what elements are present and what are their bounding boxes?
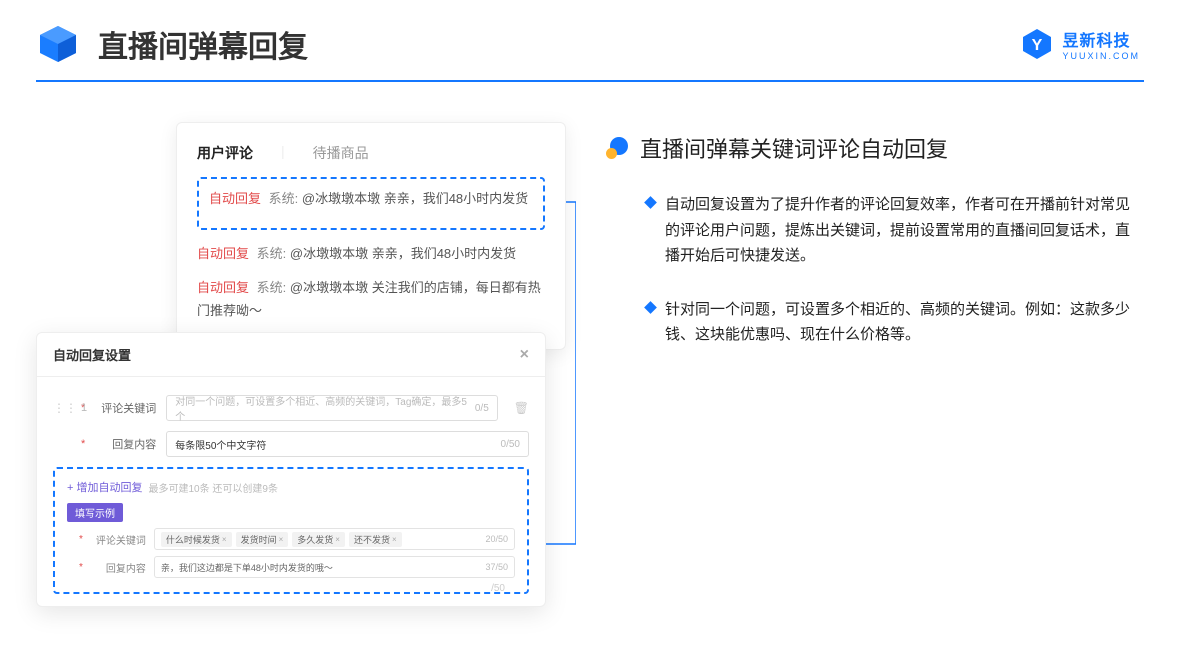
reply-input[interactable]: 每条限50个中文字符 0/50	[166, 431, 529, 457]
stray-count: /50	[491, 583, 505, 594]
paragraph-text: 自动回复设置为了提升作者的评论回复效率，作者可在开播前针对常见的评论用户问题，提…	[665, 192, 1144, 269]
settings-title: 自动回复设置	[53, 345, 131, 364]
char-count: 0/5	[475, 403, 489, 414]
page-title: 直播间弹幕回复	[98, 22, 308, 66]
comments-tabs: 用户评论 | 待播商品	[197, 143, 545, 163]
tab-separator: |	[281, 143, 285, 163]
keyword-tag[interactable]: 发货时间×	[236, 532, 289, 547]
row-index: 1	[81, 402, 87, 414]
paragraph-text: 针对同一个问题，可设置多个相近的、高频的关键词。例如：这款多少钱、这块能优惠吗、…	[665, 297, 1144, 348]
highlighted-comment: 自动回复 系统: @冰墩墩本墩 亲亲，我们48小时内发货	[197, 177, 545, 230]
keyword-tag[interactable]: 还不发货×	[349, 532, 402, 547]
auto-reply-tag: 自动回复	[209, 191, 261, 206]
settings-header: 自动回复设置 ×	[37, 333, 545, 377]
field-label: 回复内容	[98, 436, 156, 452]
remove-tag-icon: ×	[392, 535, 397, 544]
char-count: 0/50	[501, 439, 520, 450]
paragraph: 自动回复设置为了提升作者的评论回复效率，作者可在开播前针对常见的评论用户问题，提…	[606, 192, 1144, 269]
drag-handle-icon[interactable]: ⋮⋮	[53, 401, 77, 415]
example-highlight: + 增加自动回复 最多可建10条 还可以创建9条 填写示例 * 评论关键词 什么…	[53, 467, 529, 594]
svg-text:Y: Y	[1032, 37, 1043, 54]
paragraph: 针对同一个问题，可设置多个相近的、高频的关键词。例如：这款多少钱、这块能优惠吗、…	[606, 297, 1144, 348]
cube-icon	[36, 22, 80, 66]
auto-reply-tag: 自动回复	[197, 280, 249, 295]
required-marker: *	[81, 438, 85, 450]
brand-hex-icon: Y	[1020, 27, 1054, 61]
system-label: 系统:	[269, 191, 299, 206]
example-reply-input[interactable]: 亲，我们这边都是下单48小时内发货的哦～ 37/50	[154, 556, 515, 578]
page-header: 直播间弹幕回复 Y 昱新科技 YUUXIN.COM	[0, 0, 1180, 66]
brand-logo: Y 昱新科技 YUUXIN.COM	[1020, 27, 1140, 61]
comment-text: @冰墩墩本墩 亲亲，我们48小时内发货	[290, 246, 516, 261]
close-icon[interactable]: ×	[520, 346, 529, 364]
add-hint: 最多可建10条 还可以创建9条	[148, 480, 277, 495]
field-label: 评论关键词	[98, 400, 156, 416]
required-marker: *	[79, 562, 83, 573]
char-count: 20/50	[485, 534, 508, 544]
example-badge: 填写示例	[67, 503, 123, 522]
input-value: 每条限50个中文字符	[175, 437, 266, 452]
form-row-keyword: ⋮⋮1 * 评论关键词 对同一个问题，可设置多个相近、高频的关键词，Tag确定，…	[53, 395, 529, 421]
comment-row: 自动回复 系统: @冰墩墩本墩 亲亲，我们48小时内发货	[197, 242, 545, 265]
comment-text: @冰墩墩本墩 亲亲，我们48小时内发货	[302, 191, 528, 206]
diamond-bullet-icon	[644, 196, 657, 209]
keyword-input[interactable]: 对同一个问题，可设置多个相近、高频的关键词，Tag确定，最多5个 0/5	[166, 395, 497, 421]
example-reply-row: * 回复内容 亲，我们这边都是下单48小时内发货的哦～ 37/50	[67, 556, 515, 578]
required-marker: *	[79, 534, 83, 545]
bullet-icon	[606, 137, 628, 159]
section-header: 直播间弹幕关键词评论自动回复	[606, 132, 1144, 164]
example-keyword-input[interactable]: 什么时候发货× 发货时间× 多久发货× 还不发货× 20/50	[154, 528, 515, 550]
brand-name-en: YUUXIN.COM	[1062, 51, 1140, 61]
system-label: 系统:	[257, 280, 287, 295]
system-label: 系统:	[257, 246, 287, 261]
char-count: 37/50	[485, 562, 508, 572]
form-row-reply: * 回复内容 每条限50个中文字符 0/50	[53, 431, 529, 457]
comment-row: 自动回复 系统: @冰墩墩本墩 关注我们的店铺，每日都有热门推荐呦～	[197, 276, 545, 323]
auto-reply-tag: 自动回复	[197, 246, 249, 261]
tab-pending-goods[interactable]: 待播商品	[313, 143, 369, 163]
input-value: 亲，我们这边都是下单48小时内发货的哦～	[161, 561, 333, 574]
remove-tag-icon: ×	[222, 535, 227, 544]
remove-tag-icon: ×	[335, 535, 340, 544]
example-keyword-row: * 评论关键词 什么时候发货× 发货时间× 多久发货× 还不发货× 20/50	[67, 528, 515, 550]
add-auto-reply-link[interactable]: + 增加自动回复	[67, 479, 142, 495]
keyword-tag[interactable]: 什么时候发货×	[161, 532, 232, 547]
delete-icon[interactable]: 🗑	[514, 401, 529, 415]
settings-card: 自动回复设置 × ⋮⋮ 1 * 评论关键词 对同一个问题，可设置多个相近、高频的关…	[36, 332, 546, 607]
mockup-area: 用户评论 | 待播商品 自动回复 系统: @冰墩墩本墩 亲亲，我们48小时内发货…	[36, 122, 566, 622]
brand-name-cn: 昱新科技	[1062, 27, 1140, 51]
section-title: 直播间弹幕关键词评论自动回复	[640, 132, 948, 164]
field-label: 评论关键词	[94, 532, 146, 547]
tab-user-comments[interactable]: 用户评论	[197, 143, 253, 163]
comments-card: 用户评论 | 待播商品 自动回复 系统: @冰墩墩本墩 亲亲，我们48小时内发货…	[176, 122, 566, 350]
explanation-panel: 直播间弹幕关键词评论自动回复 自动回复设置为了提升作者的评论回复效率，作者可在开…	[606, 122, 1144, 622]
diamond-bullet-icon	[644, 301, 657, 314]
remove-tag-icon: ×	[279, 535, 284, 544]
keyword-tag[interactable]: 多久发货×	[292, 532, 345, 547]
field-label: 回复内容	[94, 560, 146, 575]
placeholder: 对同一个问题，可设置多个相近、高频的关键词，Tag确定，最多5个	[175, 393, 475, 423]
